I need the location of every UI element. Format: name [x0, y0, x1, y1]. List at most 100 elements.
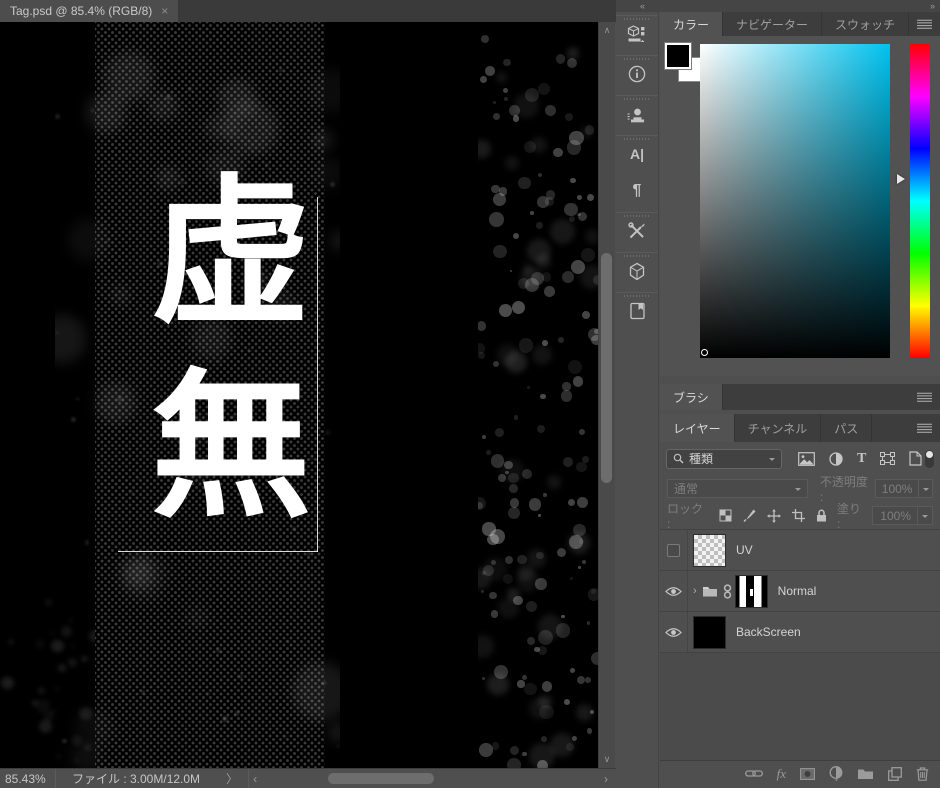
- splatter-dot: [542, 681, 552, 691]
- lock-all-icon[interactable]: [816, 509, 827, 522]
- new-layer-icon[interactable]: [888, 767, 902, 781]
- visibility-toggle[interactable]: [660, 571, 688, 611]
- splatter-dot: [536, 254, 551, 269]
- collapse-panels-right-icon[interactable]: »: [930, 0, 935, 12]
- link-layers-icon[interactable]: [745, 769, 763, 778]
- add-layer-mask-icon[interactable]: [800, 768, 815, 780]
- splatter-dot: [322, 681, 326, 685]
- vertical-scrollbar-thumb[interactable]: [601, 253, 612, 483]
- tab-paths[interactable]: パス: [821, 414, 872, 442]
- layer-name[interactable]: Normal: [778, 584, 817, 598]
- color-field-cursor[interactable]: [701, 349, 708, 356]
- document-tab[interactable]: Tag.psd @ 85.4% (RGB/8) ×: [0, 0, 178, 22]
- splatter-dot: [503, 88, 508, 93]
- adjustment-layer-icon[interactable]: [829, 766, 843, 781]
- tab-brush[interactable]: ブラシ: [660, 384, 723, 410]
- collapse-panels-left-icon[interactable]: «: [640, 0, 645, 12]
- tab-color[interactable]: カラー: [660, 12, 723, 36]
- layer-name[interactable]: UV: [736, 543, 753, 557]
- clone-source-panel-icon[interactable]: [616, 95, 658, 132]
- fill-value-field[interactable]: 100%: [872, 506, 918, 525]
- blend-mode-select[interactable]: 通常: [667, 479, 808, 498]
- splatter-dot: [580, 265, 598, 289]
- splatter-dot: [279, 69, 282, 72]
- group-disclosure-icon[interactable]: ›: [693, 585, 697, 597]
- brush-panel-menu-icon[interactable]: [917, 392, 932, 402]
- scroll-right-icon[interactable]: ›: [604, 769, 608, 788]
- visibility-off-checkbox[interactable]: [667, 544, 680, 557]
- layer-filter-toggle[interactable]: [925, 450, 934, 468]
- mask-link-icon[interactable]: [723, 584, 732, 599]
- splatter-dot: [58, 664, 66, 672]
- splatter-dot: [537, 196, 549, 208]
- layers-panel-menu-icon[interactable]: [917, 423, 932, 433]
- horizontal-scrollbar[interactable]: ‹ ›: [249, 769, 616, 788]
- layer-row-normal[interactable]: › Normal: [660, 571, 940, 612]
- splatter-dot: [71, 417, 76, 422]
- tab-channels[interactable]: チャンネル: [735, 414, 822, 442]
- splatter-dot: [547, 475, 561, 489]
- artwork-text: 虚 無: [138, 172, 324, 526]
- info-panel-icon[interactable]: [616, 55, 658, 92]
- canvas[interactable]: 虚 無: [0, 22, 598, 768]
- filter-type-layers-icon[interactable]: T: [857, 451, 866, 467]
- splatter-dot: [529, 498, 541, 510]
- filter-adjustment-layers-icon[interactable]: [829, 452, 843, 466]
- filter-shape-layers-icon[interactable]: [880, 452, 895, 465]
- color-panel-menu-icon[interactable]: [917, 19, 932, 29]
- tool-presets-panel-icon[interactable]: [616, 212, 658, 249]
- new-group-icon[interactable]: [857, 767, 874, 780]
- fill-dropdown-icon[interactable]: [918, 506, 933, 525]
- visibility-toggle[interactable]: [660, 530, 688, 570]
- layer-thumbnail[interactable]: [693, 534, 726, 567]
- visibility-toggle[interactable]: [660, 612, 688, 652]
- layer-thumbnail[interactable]: [693, 616, 726, 649]
- vertical-scrollbar[interactable]: ∧ ∨: [598, 22, 615, 768]
- layer-row-backscreen[interactable]: BackScreen: [660, 612, 940, 653]
- materials-panel-icon[interactable]: [616, 15, 658, 52]
- layer-style-icon[interactable]: fx: [777, 766, 786, 782]
- lock-transparency-icon[interactable]: [719, 509, 732, 522]
- scroll-up-icon[interactable]: ∧: [599, 26, 615, 35]
- filter-smart-objects-icon[interactable]: [909, 451, 922, 466]
- lock-position-icon[interactable]: [767, 509, 781, 523]
- scroll-down-icon[interactable]: ∨: [599, 755, 615, 764]
- layer-name[interactable]: BackScreen: [736, 625, 801, 639]
- foreground-color-swatch[interactable]: [665, 43, 691, 69]
- splatter-dot: [531, 137, 547, 153]
- hue-slider[interactable]: [910, 44, 930, 358]
- horizontal-scrollbar-thumb[interactable]: [328, 773, 434, 784]
- saturation-brightness-field[interactable]: [700, 44, 890, 358]
- layer-row-uv[interactable]: UV: [660, 530, 940, 571]
- status-flyout-icon[interactable]: 〉: [216, 769, 249, 788]
- close-tab-icon[interactable]: ×: [161, 5, 168, 17]
- layer-mask-thumbnail[interactable]: [735, 575, 768, 608]
- splatter-dot: [487, 534, 498, 545]
- blend-mode-row: 通常 不透明度 : 100%: [660, 475, 940, 502]
- splatter-dot: [538, 614, 563, 639]
- opacity-value-field[interactable]: 100%: [875, 479, 920, 498]
- filter-pixel-layers-icon[interactable]: [798, 452, 815, 466]
- delete-layer-icon[interactable]: [916, 767, 929, 781]
- splatter-dot: [568, 532, 590, 554]
- layer-filter-kind-select[interactable]: 種類: [666, 449, 782, 469]
- tab-navigator[interactable]: ナビゲーター: [723, 12, 822, 36]
- hue-slider-arrow[interactable]: [897, 174, 910, 184]
- splatter-dot: [330, 232, 340, 250]
- tab-swatches[interactable]: スウォッチ: [822, 12, 909, 36]
- splatter-dot: [45, 599, 52, 606]
- splatter-dot: [517, 680, 524, 687]
- scroll-left-icon[interactable]: ‹: [253, 769, 257, 788]
- 3d-panel-icon[interactable]: [616, 252, 658, 289]
- lock-pixels-icon[interactable]: [743, 509, 756, 522]
- zoom-level-field[interactable]: 85.43%: [0, 769, 56, 788]
- paragraph-panel-icon[interactable]: ¶: [616, 172, 658, 209]
- lock-artboard-icon[interactable]: [792, 509, 805, 522]
- opacity-dropdown-icon[interactable]: [919, 479, 933, 498]
- splatter-dot: [529, 698, 550, 719]
- book-panel-icon[interactable]: [616, 292, 658, 329]
- splatter-dot: [558, 337, 564, 343]
- tab-layers[interactable]: レイヤー: [660, 414, 735, 442]
- character-panel-icon[interactable]: A|: [616, 135, 658, 172]
- splatter-dot: [578, 566, 580, 568]
